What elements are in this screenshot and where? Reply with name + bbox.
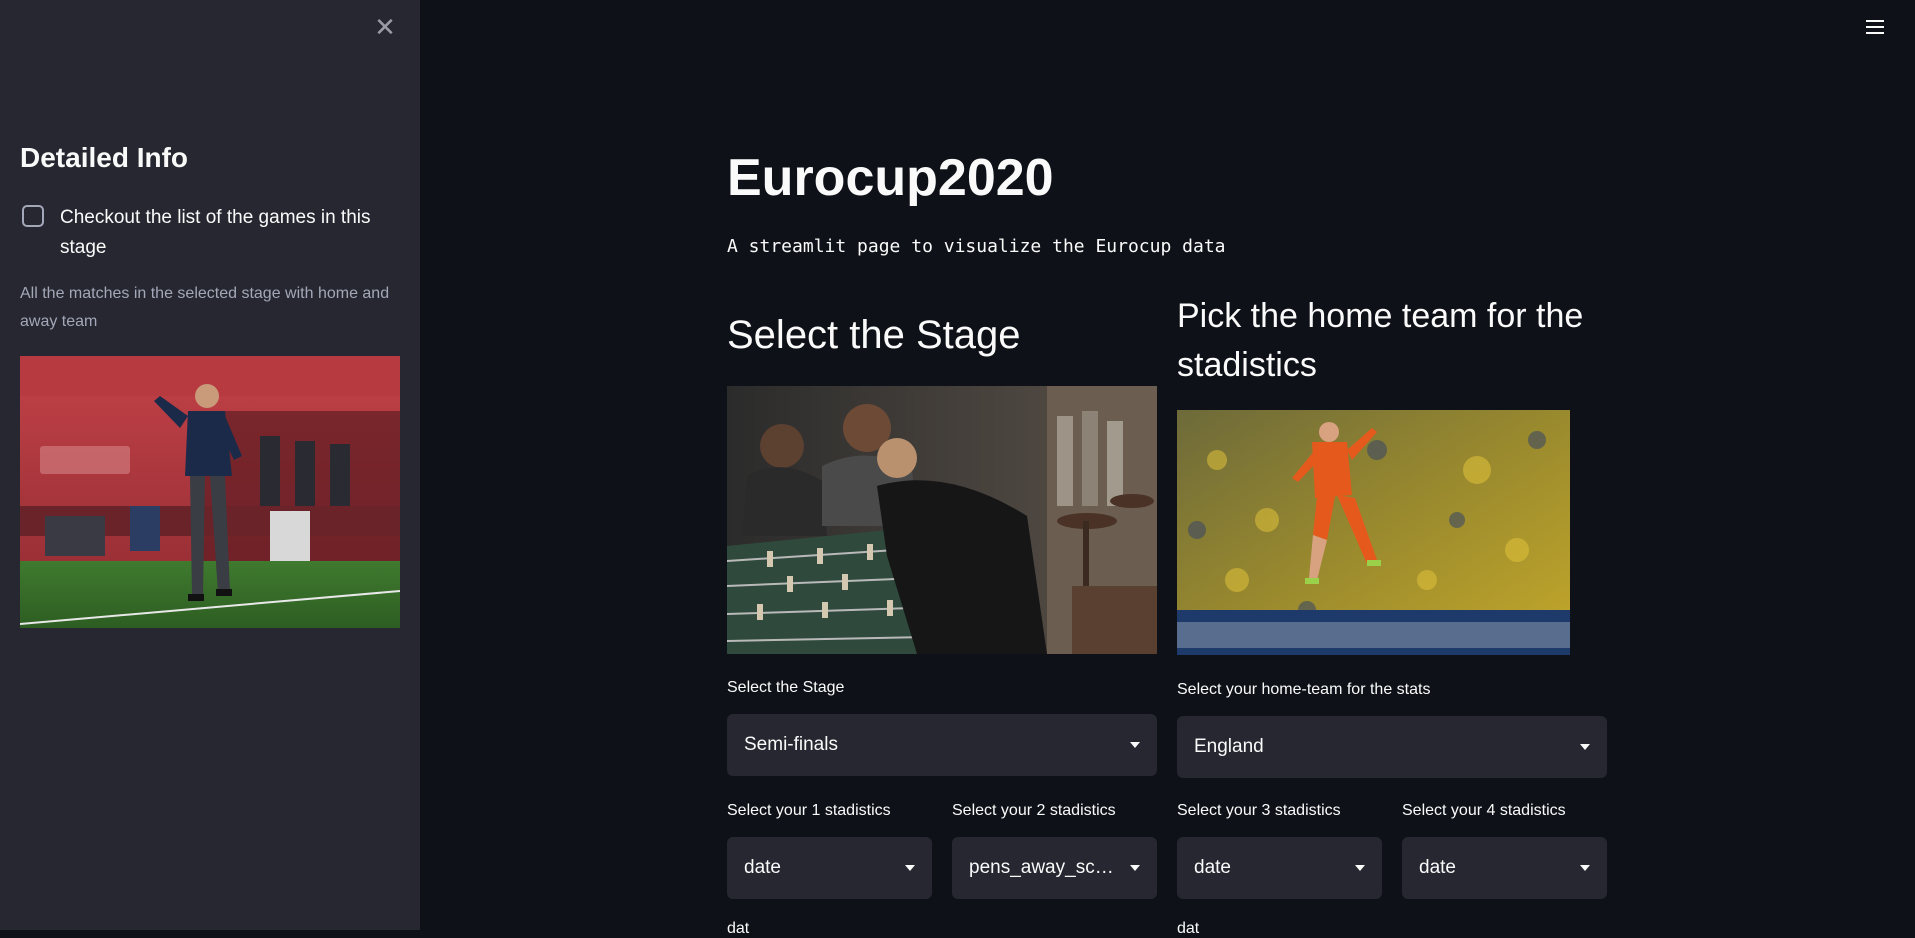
games-list-checkbox-row[interactable]: Checkout the list of the games in this s… [22, 203, 382, 263]
chevron-down-icon [1580, 744, 1590, 750]
stat-3-select[interactable]: date [1177, 837, 1382, 899]
close-icon: ✕ [374, 12, 396, 42]
stat-4-label: Select your 4 stadistics [1402, 802, 1566, 819]
sidebar: ✕ Detailed Info Checkout the list of the… [0, 0, 420, 930]
coach-photo [20, 356, 400, 628]
stat-3-value: date [1194, 857, 1231, 878]
chevron-down-icon [1355, 865, 1365, 871]
cut-off-text-left: dat [727, 920, 750, 937]
stat-2-value: pens_away_score [969, 857, 1118, 878]
close-sidebar-button[interactable]: ✕ [370, 12, 400, 42]
chevron-down-icon [1130, 742, 1140, 748]
stat-1-select[interactable]: date [727, 837, 932, 899]
hamburger-menu-icon [1862, 20, 1888, 34]
stat-3-label: Select your 3 stadistics [1177, 802, 1341, 819]
stat-2-select[interactable]: pens_away_score [952, 837, 1157, 899]
player-photo [1177, 410, 1570, 655]
home-team-select[interactable]: England [1177, 716, 1607, 778]
chevron-down-icon [1130, 865, 1140, 871]
sidebar-title: Detailed Info [20, 142, 189, 173]
checkbox-label: Checkout the list of the games in this s… [60, 207, 371, 258]
foosball-photo [727, 386, 1157, 654]
stat-1-value: date [744, 857, 781, 878]
games-list-checkbox[interactable] [22, 205, 44, 227]
stat-1-label: Select your 1 stadistics [727, 802, 891, 819]
chevron-down-icon [905, 865, 915, 871]
home-team-select-value: England [1194, 736, 1264, 757]
cut-off-text-right: dat [1177, 920, 1200, 937]
page-title: Eurocup2020 [727, 149, 1054, 207]
stat-4-value: date [1419, 857, 1456, 878]
home-team-heading: Pick the home team for the stadistics [1177, 297, 1584, 384]
chevron-down-icon [1580, 865, 1590, 871]
stage-select[interactable]: Semi-finals [727, 714, 1157, 776]
stage-heading: Select the Stage [727, 313, 1021, 357]
page-subtitle: A streamlit page to visualize the Eurocu… [727, 236, 1226, 257]
stat-4-select[interactable]: date [1402, 837, 1607, 899]
stage-select-label: Select the Stage [727, 679, 845, 696]
main-menu-button[interactable] [1862, 16, 1888, 42]
home-team-select-label: Select your home-team for the stats [1177, 681, 1431, 698]
sidebar-caption: All the matches in the selected stage wi… [20, 285, 390, 330]
stat-2-label: Select your 2 stadistics [952, 802, 1116, 819]
stage-select-value: Semi-finals [744, 734, 838, 755]
